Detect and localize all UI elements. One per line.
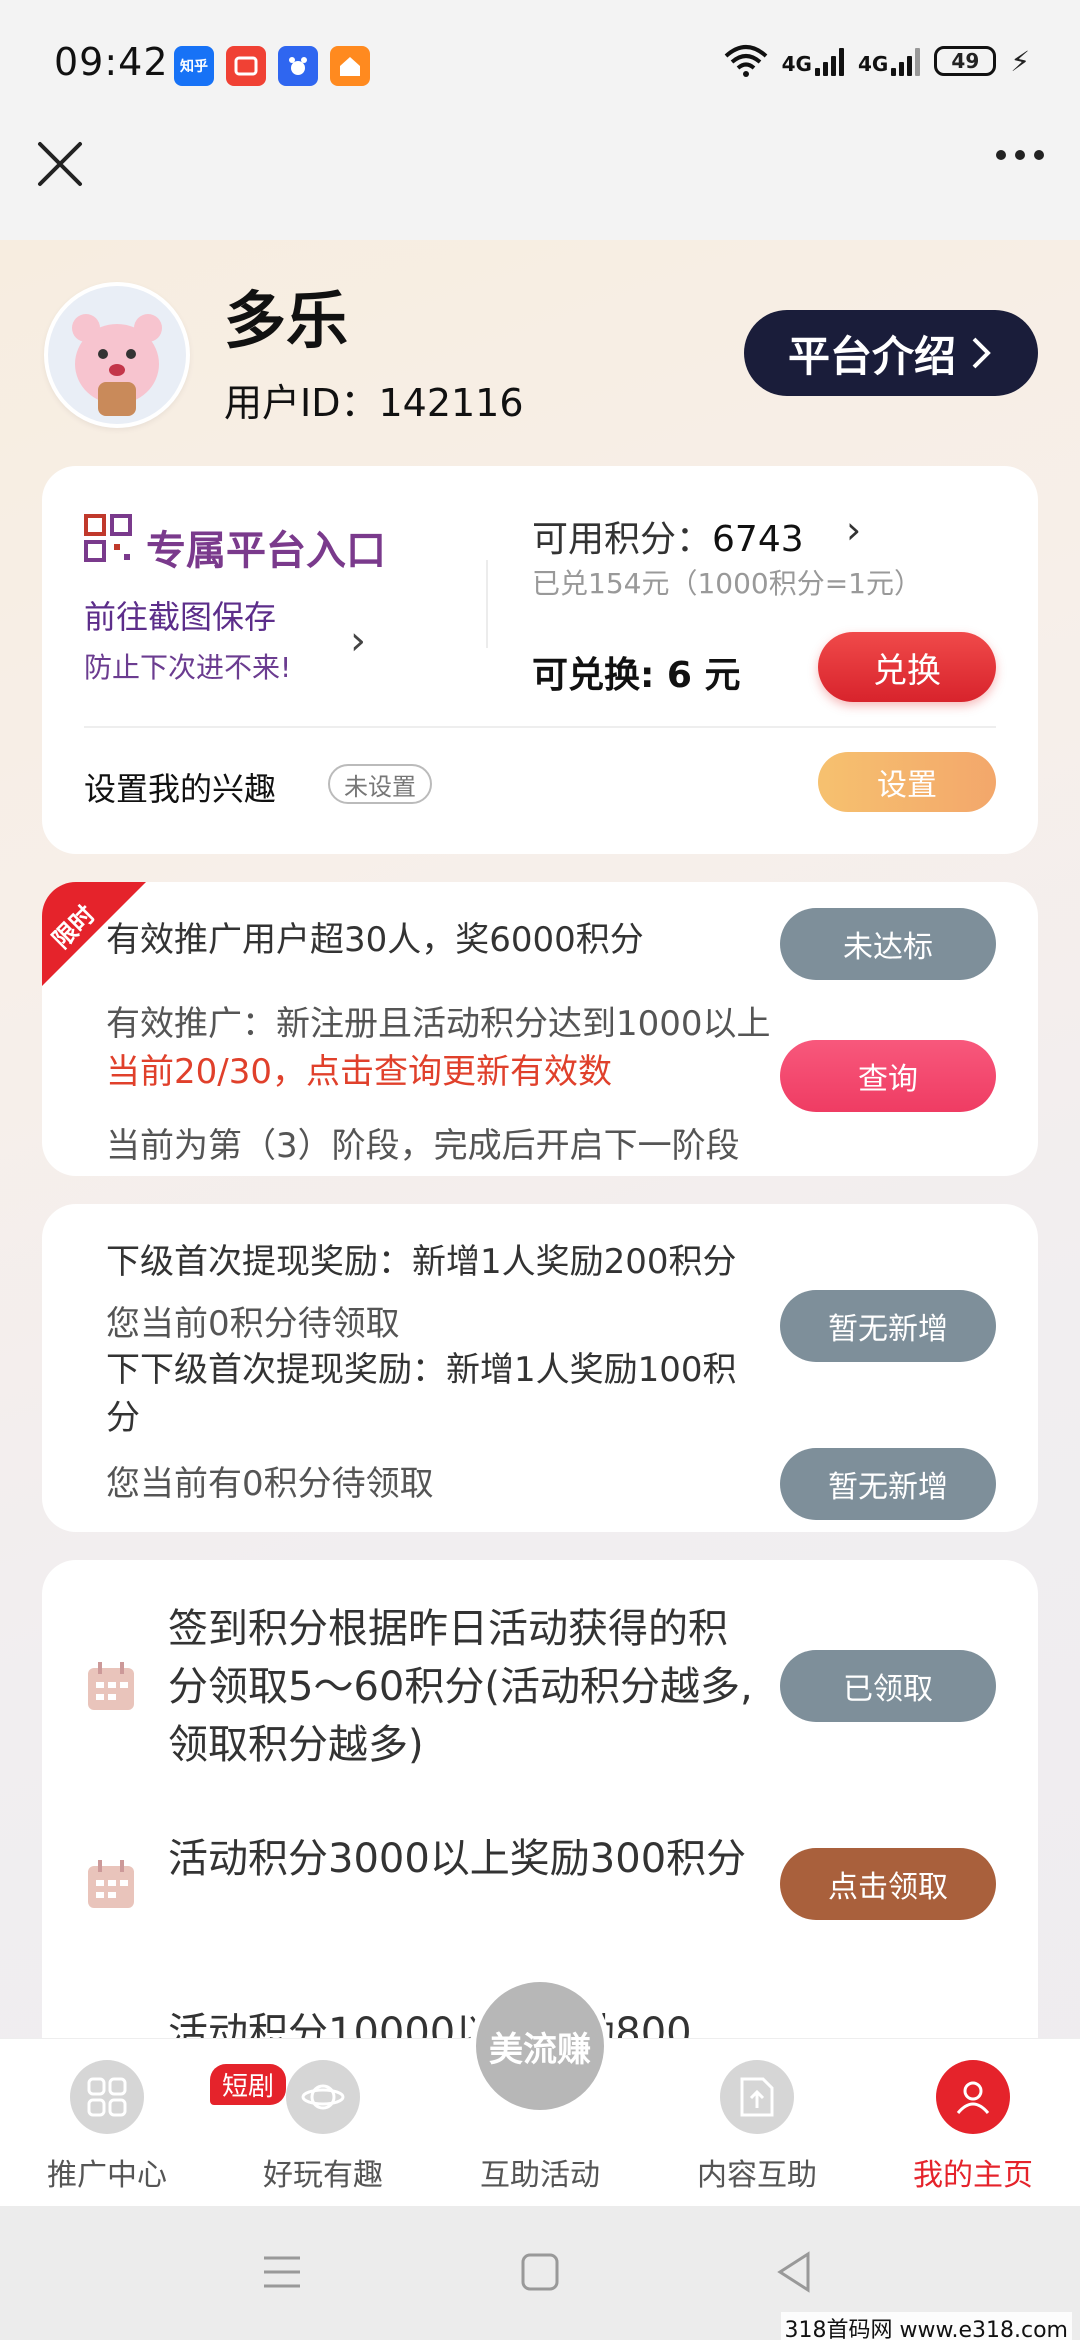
checkin-item-2: 活动积分3000以上奖励300积分 — [168, 1836, 747, 1882]
withdraw-line-1: 下级首次提现奖励：新增1人奖励200积分 — [106, 1242, 737, 1282]
exchangeable-amount: 可兑换: 6 元 — [532, 655, 741, 696]
planet-icon — [286, 2060, 360, 2134]
status-right: 4G 4G 49 ⚡ — [724, 44, 1030, 78]
network-type-label: 4G — [781, 52, 812, 76]
promo-title: 有效推广用户超30人，奖6000积分 — [106, 920, 644, 960]
baidu-app-icon — [278, 46, 318, 86]
no-new-button-2[interactable]: 暂无新增 — [780, 1448, 996, 1520]
tab-label: 内容互助 — [697, 2158, 817, 2193]
interest-label: 设置我的兴趣 — [84, 770, 277, 808]
query-button[interactable]: 查询 — [780, 1040, 996, 1112]
withdraw-line-4: 您当前有0积分待领取 — [106, 1464, 434, 1504]
status-time: 09:42 — [54, 40, 169, 84]
watermark: 318首码网 www.e318.com — [780, 2312, 1072, 2340]
user-id: 用户ID：142116 — [224, 381, 524, 425]
divider — [84, 726, 996, 728]
battery-icon: 49 — [934, 46, 997, 76]
points-value: 6743 — [712, 519, 804, 560]
avatar[interactable] — [44, 282, 190, 428]
tab-promotion-center[interactable]: 推广中心 — [22, 2060, 192, 2194]
entry-title: 专属平台入口 — [146, 528, 386, 574]
menu-icon[interactable] — [262, 2254, 302, 2290]
platform-intro-button[interactable]: 平台介绍 — [744, 310, 1038, 396]
points-label: 可用积分： — [532, 519, 713, 560]
tab-mutual-activity[interactable]: 互助活动 — [455, 2150, 625, 2194]
claimed-button[interactable]: 已领取 — [780, 1650, 996, 1722]
chevron-right-icon[interactable]: › — [846, 508, 861, 552]
withdraw-line-2: 您当前0积分待领取 — [106, 1304, 400, 1344]
exchange-button[interactable]: 兑换 — [818, 632, 996, 702]
tab-my-home[interactable]: 我的主页 — [888, 2060, 1058, 2194]
tab-label: 好玩有趣 — [263, 2158, 383, 2193]
signal-2: 4G — [857, 46, 921, 76]
more-icon[interactable] — [996, 150, 1044, 160]
toutiao-app-icon — [226, 46, 266, 86]
grid-icon — [70, 2060, 144, 2134]
charging-icon: ⚡ — [1010, 44, 1030, 78]
chevron-right-icon[interactable]: › — [350, 618, 366, 664]
click-claim-button[interactable]: 点击领取 — [780, 1848, 996, 1920]
platform-intro-label: 平台介绍 — [787, 331, 956, 381]
document-upload-icon — [720, 2060, 794, 2134]
signal-1: 4G — [782, 46, 844, 76]
calendar-icon — [88, 1662, 134, 1710]
top-nav — [0, 130, 1080, 240]
back-icon[interactable] — [776, 2250, 812, 2294]
calendar-icon — [88, 1860, 134, 1908]
interest-status-badge: 未设置 — [328, 764, 432, 804]
close-icon[interactable] — [36, 140, 84, 188]
goto-save-link[interactable]: 前往截图保存 — [84, 592, 276, 638]
tab-content-mutual[interactable]: 内容互助 — [672, 2060, 842, 2194]
available-points[interactable]: 可用积分：6743 — [532, 510, 804, 562]
tab-label: 我的主页 — [913, 2158, 1033, 2193]
short-drama-badge: 短剧 — [210, 2064, 287, 2105]
promo-desc: 有效推广：新注册且活动积分达到1000以上 — [106, 1004, 771, 1044]
not-reached-button[interactable]: 未达标 — [780, 908, 996, 980]
home-icon[interactable] — [520, 2252, 560, 2292]
wifi-icon — [724, 45, 767, 77]
home-app-icon — [330, 46, 370, 86]
withdraw-line-3: 下下级首次提现奖励：新增1人奖励100积分 — [106, 1350, 737, 1438]
no-new-button-1[interactable]: 暂无新增 — [780, 1290, 996, 1362]
divider — [486, 560, 488, 648]
qr-code-icon — [84, 514, 132, 562]
network-type-label: 4G — [857, 52, 889, 76]
user-name: 多乐 — [224, 284, 349, 357]
user-icon — [936, 2060, 1010, 2134]
mutual-activity-logo[interactable]: 美流赚 — [470, 1976, 610, 2116]
prevent-note: 防止下次进不来! — [84, 651, 292, 684]
tab-label: 互助活动 — [480, 2158, 600, 2193]
promo-stage: 当前为第（3）阶段，完成后开启下一阶段 — [106, 1126, 740, 1166]
chevron-right-icon — [972, 337, 991, 369]
zhihu-app-icon: 知乎 — [174, 46, 214, 86]
checkin-item-1: 签到积分根据昨日活动获得的积分领取5～60积分(活动积分越多,领取积分越多) — [168, 1606, 753, 1768]
set-interest-button[interactable]: 设置 — [818, 752, 996, 812]
redeemed-info: 已兑154元（1000积分=1元） — [532, 567, 922, 600]
promo-current: 当前20/30，点击查询更新有效数 — [106, 1052, 612, 1092]
tab-label: 推广中心 — [47, 2158, 167, 2193]
